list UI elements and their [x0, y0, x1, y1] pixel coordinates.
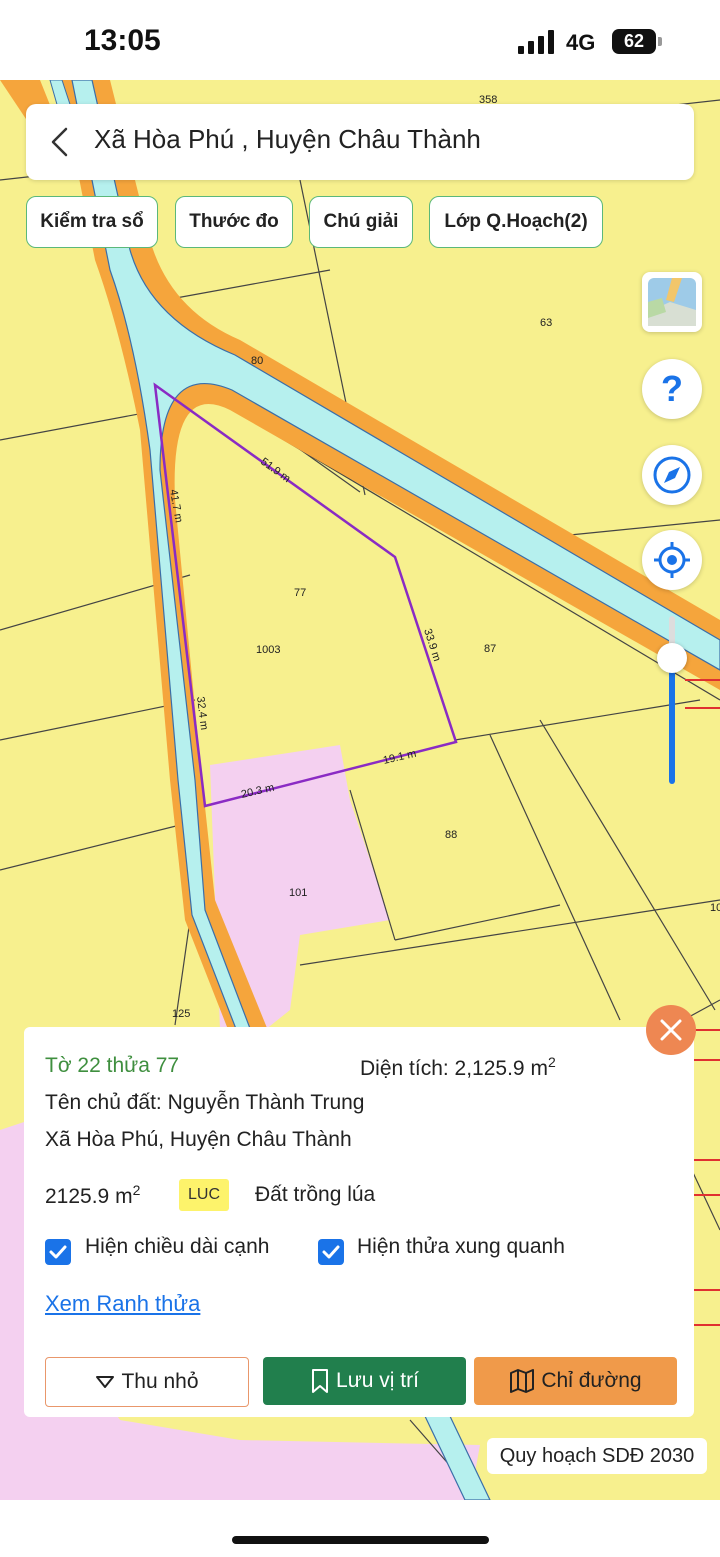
- legend-button[interactable]: Chú giải: [309, 196, 413, 248]
- area-value-text: 2125.9 m: [45, 1185, 133, 1208]
- show-edge-length-label: Hiện chiều dài cạnh: [85, 1235, 270, 1258]
- parcel-id: Tờ 22 thửa 77: [45, 1054, 180, 1077]
- back-arrow-icon[interactable]: [46, 126, 76, 158]
- area-value-sup: 2: [132, 1182, 141, 1198]
- save-location-label: Lưu vị trí: [336, 1369, 419, 1392]
- owner-name: Tên chủ đất: Nguyễn Thành Trung: [45, 1091, 365, 1114]
- parcel-number: 125: [172, 1008, 190, 1020]
- locate-icon: [654, 542, 690, 578]
- save-location-button[interactable]: Lưu vị trí: [263, 1357, 466, 1405]
- parcel-number: 88: [445, 829, 457, 841]
- battery-icon: 62: [612, 29, 656, 54]
- show-edge-length-checkbox[interactable]: [45, 1239, 71, 1265]
- zoom-slider[interactable]: [669, 616, 675, 784]
- network-type: 4G: [566, 30, 596, 55]
- layers-icon: [648, 278, 696, 326]
- area-label-text: Diện tích: 2,125.9 m: [360, 1057, 548, 1080]
- bottom-safe-area: [0, 1500, 720, 1557]
- checkmark-icon: [322, 1245, 340, 1259]
- parcel-number: 63: [540, 317, 552, 329]
- minimize-label: Thu nhỏ: [121, 1370, 199, 1393]
- close-icon: [660, 1019, 682, 1041]
- parcel-info-panel: Tờ 22 thửa 77 Diện tích: 2,125.9 m2 Tên …: [24, 1027, 694, 1417]
- help-icon: ?: [661, 368, 683, 409]
- show-neighbors-label: Hiện thửa xung quanh: [357, 1235, 565, 1258]
- area-label: Diện tích: 2,125.9 m2: [360, 1054, 556, 1081]
- signal-icon: [518, 30, 554, 54]
- header-bar: Xã Hòa Phú , Huyện Châu Thành: [26, 104, 694, 180]
- svg-text:?: ?: [661, 368, 683, 409]
- status-bar: 13:05 4G 62: [0, 0, 720, 80]
- show-neighbors-checkbox[interactable]: [318, 1239, 344, 1265]
- area-unit-sup: 2: [547, 1054, 556, 1070]
- planning-layer-button[interactable]: Lớp Q.Hoạch(2): [429, 196, 603, 248]
- checkmark-icon: [49, 1245, 67, 1259]
- parcel-number: 87: [484, 643, 496, 655]
- planning-layer-label: Quy hoạch SDĐ 2030: [487, 1438, 707, 1474]
- zoom-slider-handle[interactable]: [657, 643, 687, 673]
- parcel-number: 1003: [256, 644, 280, 656]
- page-title: Xã Hòa Phú , Huyện Châu Thành: [94, 124, 481, 154]
- directions-label: Chỉ đường: [541, 1369, 642, 1392]
- triangle-down-icon: [96, 1376, 115, 1389]
- map-layer-button[interactable]: [642, 272, 702, 332]
- check-book-button[interactable]: Kiểm tra sổ: [26, 196, 158, 248]
- compass-button[interactable]: [642, 445, 702, 505]
- bookmark-icon: [312, 1369, 329, 1394]
- map-icon: [510, 1369, 535, 1394]
- directions-button[interactable]: Chỉ đường: [474, 1357, 677, 1405]
- parcel-number: 10: [710, 902, 720, 914]
- status-time: 13:05: [84, 24, 161, 57]
- parcel-number: 101: [289, 887, 307, 899]
- zoom-level-fill: [669, 658, 675, 784]
- compass-icon: [653, 456, 691, 494]
- area-value: 2125.9 m2: [45, 1182, 140, 1209]
- help-button[interactable]: ?: [642, 359, 702, 419]
- land-code-badge: LUC: [179, 1179, 229, 1211]
- land-type: Đất trồng lúa: [255, 1183, 376, 1206]
- battery-tip: [658, 37, 662, 46]
- locate-button[interactable]: [642, 530, 702, 590]
- parcel-number: 80: [251, 355, 263, 367]
- parcel-number: 77: [294, 587, 306, 599]
- minimize-button[interactable]: Thu nhỏ: [45, 1357, 249, 1407]
- home-indicator[interactable]: [232, 1536, 489, 1544]
- ruler-button[interactable]: Thước đo: [175, 196, 293, 248]
- parcel-address: Xã Hòa Phú, Huyện Châu Thành: [45, 1128, 352, 1151]
- view-boundary-link[interactable]: Xem Ranh thửa: [45, 1291, 200, 1317]
- close-panel-button[interactable]: [646, 1005, 696, 1055]
